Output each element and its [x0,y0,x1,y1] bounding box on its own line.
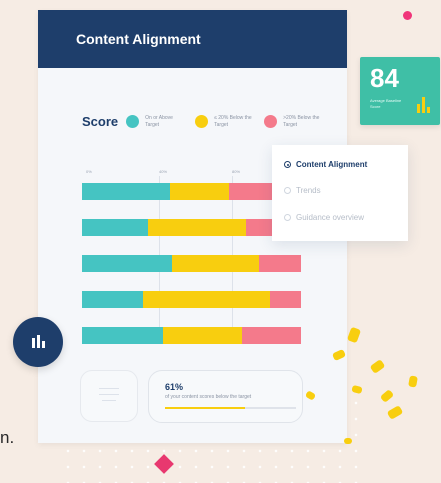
score-legend: Score On or Above Target ≤ 20% Below the… [82,114,333,129]
bar-segment [169,183,229,200]
menu-item-content-alignment[interactable]: Content Alignment [284,160,367,169]
card-title: Content Alignment [76,31,201,47]
confetti-piece [386,405,404,420]
bar-segment [270,291,301,308]
stacked-bar-row [82,291,301,308]
bar-segment [143,291,271,308]
thumbnail-line [102,400,116,401]
chart-fab-button[interactable] [13,317,63,367]
summary-text: of your content scores below the target [165,394,252,400]
bar-segment [171,255,260,272]
legend-dot-teal [126,115,140,128]
stacked-bar-row [82,219,301,236]
summary-progress-fill [165,407,245,409]
legend-item-below-20: ≤ 20% Below the Target [195,115,256,129]
menu-item-guidance-overview[interactable]: Guidance overview [284,213,364,222]
radio-icon [284,214,291,221]
axis-tick-label: 0% [86,169,92,174]
stacked-bar-row [82,327,301,344]
bar-segment [163,327,242,344]
radio-selected-icon [284,161,291,168]
bar-segment [241,327,301,344]
badge-label: Average Baseline Score [370,98,402,109]
legend-label: ≤ 20% Below the Target [214,114,252,128]
thumbnail-line [99,394,119,395]
card-header: Content Alignment [38,10,347,68]
legend-item-on-target: On or Above Target [126,115,187,129]
stacked-bar-row [82,255,301,272]
bar-segment [82,183,170,200]
confetti-piece [408,375,418,388]
menu-item-label: Content Alignment [296,160,368,169]
menu-item-label: Guidance overview [296,213,365,222]
legend-dot-yellow [195,115,209,128]
confetti-piece [346,326,362,344]
legend-item-above-20: >20% Below the Target [264,115,325,129]
average-score-badge: 84 Average Baseline Score [360,57,440,125]
bar-segment [82,255,172,272]
bar-chart-icon [417,95,431,113]
axis-labels: 0% 40% 80% [86,169,301,177]
badge-value: 84 [370,63,399,93]
confetti-piece [344,438,352,444]
axis-tick-label: 80% [232,169,241,174]
thumbnail-line [99,388,119,389]
summary-box: 61% of your content scores below the tar… [148,370,303,423]
legend-label: >20% Below the Target [283,114,320,128]
radio-icon [284,187,291,194]
bar-segment [82,219,148,236]
menu-item-label: Trends [296,186,321,195]
legend-label: On or Above Target [145,114,173,128]
axis-tick-label: 40% [159,169,168,174]
legend-dot-pink [264,115,278,128]
view-menu: Content Alignment Trends Guidance overvi… [272,145,408,241]
bar-segment [147,219,247,236]
thumbnail-placeholder [80,370,138,422]
bar-segment [259,255,301,272]
partial-text: n. [0,428,15,447]
menu-item-trends[interactable]: Trends [284,186,321,195]
confetti-piece [351,384,363,395]
summary-percent: 61% [165,382,184,392]
confetti-piece [379,389,395,403]
stacked-bar-row [82,183,301,200]
bar-segment [82,327,164,344]
score-title: Score [82,114,119,129]
confetti-piece [369,359,386,374]
summary-progress-track [165,407,296,409]
bar-segment [82,291,144,308]
card-body: Score On or Above Target ≤ 20% Below the… [38,68,347,443]
decorative-dot [403,11,412,20]
